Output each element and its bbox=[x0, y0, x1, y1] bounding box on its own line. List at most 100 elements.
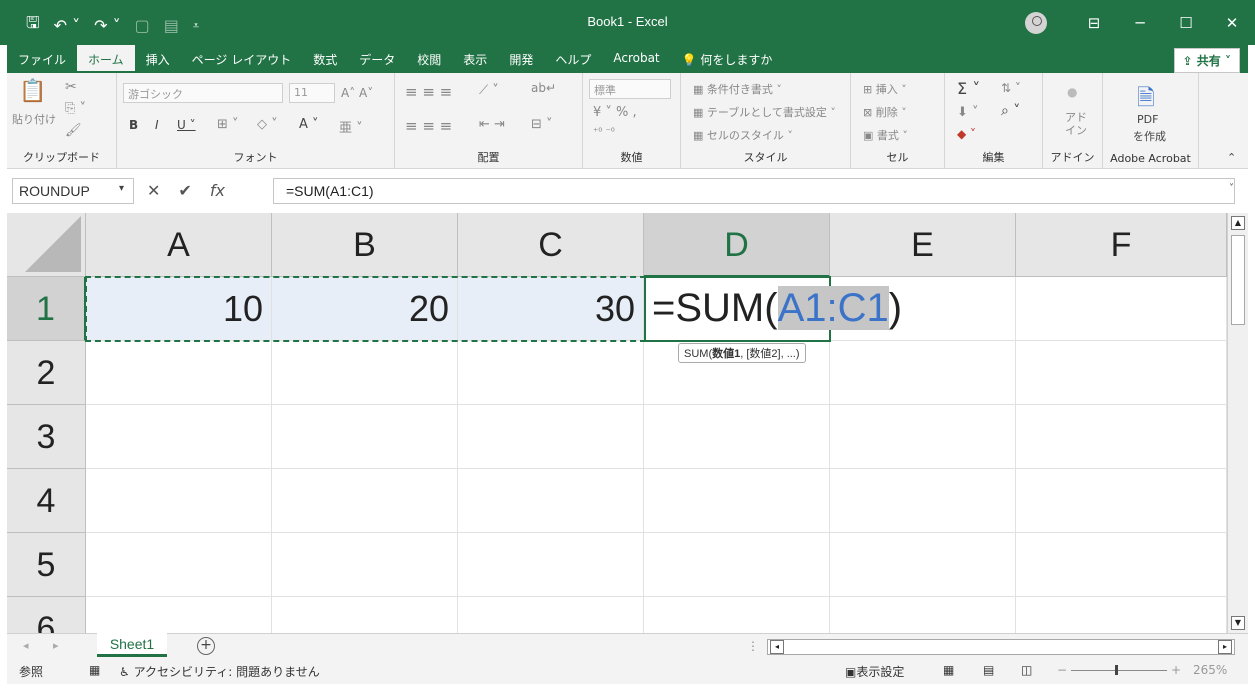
cell-d4[interactable] bbox=[644, 469, 830, 533]
row-header-6[interactable]: 6 bbox=[7, 597, 86, 633]
page-break-view-icon[interactable]: ◫ bbox=[1021, 663, 1032, 677]
clear-icon[interactable]: ◆ ˅ bbox=[957, 127, 976, 141]
tab-acrobat[interactable]: Acrobat bbox=[602, 45, 670, 73]
cell-c5[interactable] bbox=[458, 533, 644, 597]
column-header-e[interactable]: E bbox=[830, 213, 1016, 277]
collapse-ribbon-icon[interactable]: ⌃ bbox=[1227, 151, 1236, 164]
cell-b2[interactable] bbox=[272, 341, 458, 405]
zoom-level[interactable]: 265% bbox=[1193, 663, 1227, 677]
align-left-icon[interactable]: ≡ ≡ ≡ bbox=[405, 117, 452, 135]
delete-cells-button[interactable]: ⊠ 削除 ˅ bbox=[863, 104, 907, 120]
cell-d6[interactable] bbox=[644, 597, 830, 633]
insert-cells-button[interactable]: ⊞ 挿入 ˅ bbox=[863, 81, 907, 97]
zoom-in-icon[interactable]: + bbox=[1171, 663, 1181, 677]
paste-button-label[interactable]: 貼り付け bbox=[12, 111, 56, 127]
sheet-prev-icon[interactable]: ◂ bbox=[23, 639, 29, 652]
row-header-2[interactable]: 2 bbox=[7, 341, 86, 405]
pdf-label[interactable]: PDF bbox=[1137, 113, 1158, 126]
font-color-icon[interactable]: A ˅ bbox=[299, 117, 319, 132]
indent-icon[interactable]: ⇤ ⇥ bbox=[479, 117, 505, 132]
cell-a2[interactable] bbox=[86, 341, 272, 405]
cell-a5[interactable] bbox=[86, 533, 272, 597]
cell-c3[interactable] bbox=[458, 405, 644, 469]
tab-view[interactable]: 表示 bbox=[452, 45, 498, 73]
bold-icon[interactable]: B bbox=[129, 118, 138, 132]
cell-e5[interactable] bbox=[830, 533, 1016, 597]
wrap-text-icon[interactable]: ab↵ bbox=[531, 81, 556, 95]
addin-icon[interactable]: ● bbox=[1067, 85, 1077, 99]
fill-color-icon[interactable]: ◇ ˅ bbox=[257, 117, 278, 132]
phonetic-icon[interactable]: 亜 ˅ bbox=[339, 117, 363, 136]
row-header-5[interactable]: 5 bbox=[7, 533, 86, 597]
tab-home[interactable]: ホーム bbox=[77, 45, 135, 73]
add-sheet-icon[interactable]: + bbox=[197, 637, 215, 655]
vertical-scrollbar[interactable]: ▲ ▼ bbox=[1227, 213, 1248, 633]
fill-icon[interactable]: ⬇ ˅ bbox=[957, 105, 979, 120]
cell-styles-button[interactable]: ▦ セルのスタイル ˅ bbox=[693, 127, 793, 143]
grow-font-icon[interactable]: A˄ A˅ bbox=[341, 86, 373, 100]
orientation-icon[interactable]: ⟋ ˅ bbox=[479, 83, 499, 98]
tab-file[interactable]: ファイル bbox=[7, 45, 77, 73]
font-size-combo[interactable]: 11 bbox=[289, 83, 335, 103]
page-layout-view-icon[interactable]: ▤ bbox=[983, 663, 994, 677]
cell-a3[interactable] bbox=[86, 405, 272, 469]
horizontal-scrollbar[interactable]: ◂ ▸ bbox=[767, 639, 1235, 655]
find-select-icon[interactable]: ⌕ ˅ bbox=[1001, 103, 1020, 119]
tab-help[interactable]: ヘルプ bbox=[544, 45, 602, 73]
merge-center-icon[interactable]: ⊟ ˅ bbox=[531, 117, 553, 132]
cell-b4[interactable] bbox=[272, 469, 458, 533]
account-avatar[interactable] bbox=[1025, 11, 1047, 34]
tab-formulas[interactable]: 数式 bbox=[302, 45, 348, 73]
currency-icon[interactable]: ¥ ˅ % , bbox=[593, 105, 637, 120]
cell-f4[interactable] bbox=[1016, 469, 1227, 533]
macro-recording-icon[interactable]: ▦ bbox=[89, 663, 100, 677]
zoom-slider[interactable] bbox=[1071, 670, 1167, 671]
cancel-icon[interactable]: ✕ bbox=[147, 181, 160, 200]
normal-view-icon[interactable]: ▦ bbox=[943, 663, 954, 677]
tab-page-layout[interactable]: ページ レイアウト bbox=[181, 45, 303, 73]
addin-button-label[interactable]: アド イン bbox=[1065, 111, 1087, 137]
name-box-dropdown-icon[interactable]: ▾ bbox=[119, 183, 124, 194]
sheet-tab-sheet1[interactable]: Sheet1 bbox=[97, 633, 167, 657]
zoom-slider-thumb[interactable] bbox=[1115, 665, 1118, 675]
cell-b6[interactable] bbox=[272, 597, 458, 633]
cell-a4[interactable] bbox=[86, 469, 272, 533]
cell-f5[interactable] bbox=[1016, 533, 1227, 597]
cell-f3[interactable] bbox=[1016, 405, 1227, 469]
cell-f1[interactable] bbox=[1016, 277, 1227, 341]
scroll-left-arrow-icon[interactable]: ◂ bbox=[770, 640, 784, 654]
underline-icon[interactable]: U ˅ bbox=[177, 118, 196, 132]
decimal-icon[interactable]: ⁺⁰ ⁻⁰ bbox=[593, 127, 615, 138]
create-pdf-label[interactable]: を作成 bbox=[1133, 128, 1166, 144]
borders-icon[interactable]: ⊞ ˅ bbox=[217, 117, 239, 132]
split-handle-icon[interactable]: ⋮ bbox=[747, 639, 759, 653]
number-format-combo[interactable]: 標準 bbox=[589, 79, 671, 99]
close-button[interactable]: ✕ bbox=[1209, 14, 1255, 32]
column-header-d[interactable]: D bbox=[644, 213, 830, 277]
scroll-right-arrow-icon[interactable]: ▸ bbox=[1218, 640, 1232, 654]
enter-icon[interactable]: ✔ bbox=[178, 181, 191, 200]
cell-d1-formula[interactable]: =SUM(A1:C1) bbox=[652, 282, 902, 334]
scroll-down-arrow-icon[interactable]: ▼ bbox=[1231, 616, 1245, 630]
sort-filter-icon[interactable]: ⇅ ˅ bbox=[1001, 81, 1021, 95]
cell-e6[interactable] bbox=[830, 597, 1016, 633]
vertical-scroll-thumb[interactable] bbox=[1231, 235, 1245, 325]
sheet-next-icon[interactable]: ▸ bbox=[53, 639, 59, 652]
formula-input[interactable]: =SUM(A1:C1) bbox=[273, 178, 1235, 204]
tell-me-search[interactable]: 💡 何をしますか bbox=[671, 45, 784, 73]
cell-f6[interactable] bbox=[1016, 597, 1227, 633]
paste-icon[interactable]: 📋 bbox=[19, 79, 46, 104]
ribbon-display-options-icon[interactable]: ⊟ bbox=[1071, 14, 1117, 32]
cell-d3[interactable] bbox=[644, 405, 830, 469]
conditional-format-button[interactable]: ▦ 条件付き書式 ˅ bbox=[693, 81, 782, 97]
cell-d5[interactable] bbox=[644, 533, 830, 597]
italic-icon[interactable]: I bbox=[155, 118, 159, 132]
cell-e3[interactable] bbox=[830, 405, 1016, 469]
row-header-1[interactable]: 1 bbox=[7, 277, 86, 341]
select-all-button[interactable] bbox=[7, 213, 86, 277]
tab-developer[interactable]: 開発 bbox=[498, 45, 544, 73]
column-header-f[interactable]: F bbox=[1016, 213, 1227, 277]
cell-e2[interactable] bbox=[830, 341, 1016, 405]
cell-b5[interactable] bbox=[272, 533, 458, 597]
tab-review[interactable]: 校閲 bbox=[406, 45, 452, 73]
